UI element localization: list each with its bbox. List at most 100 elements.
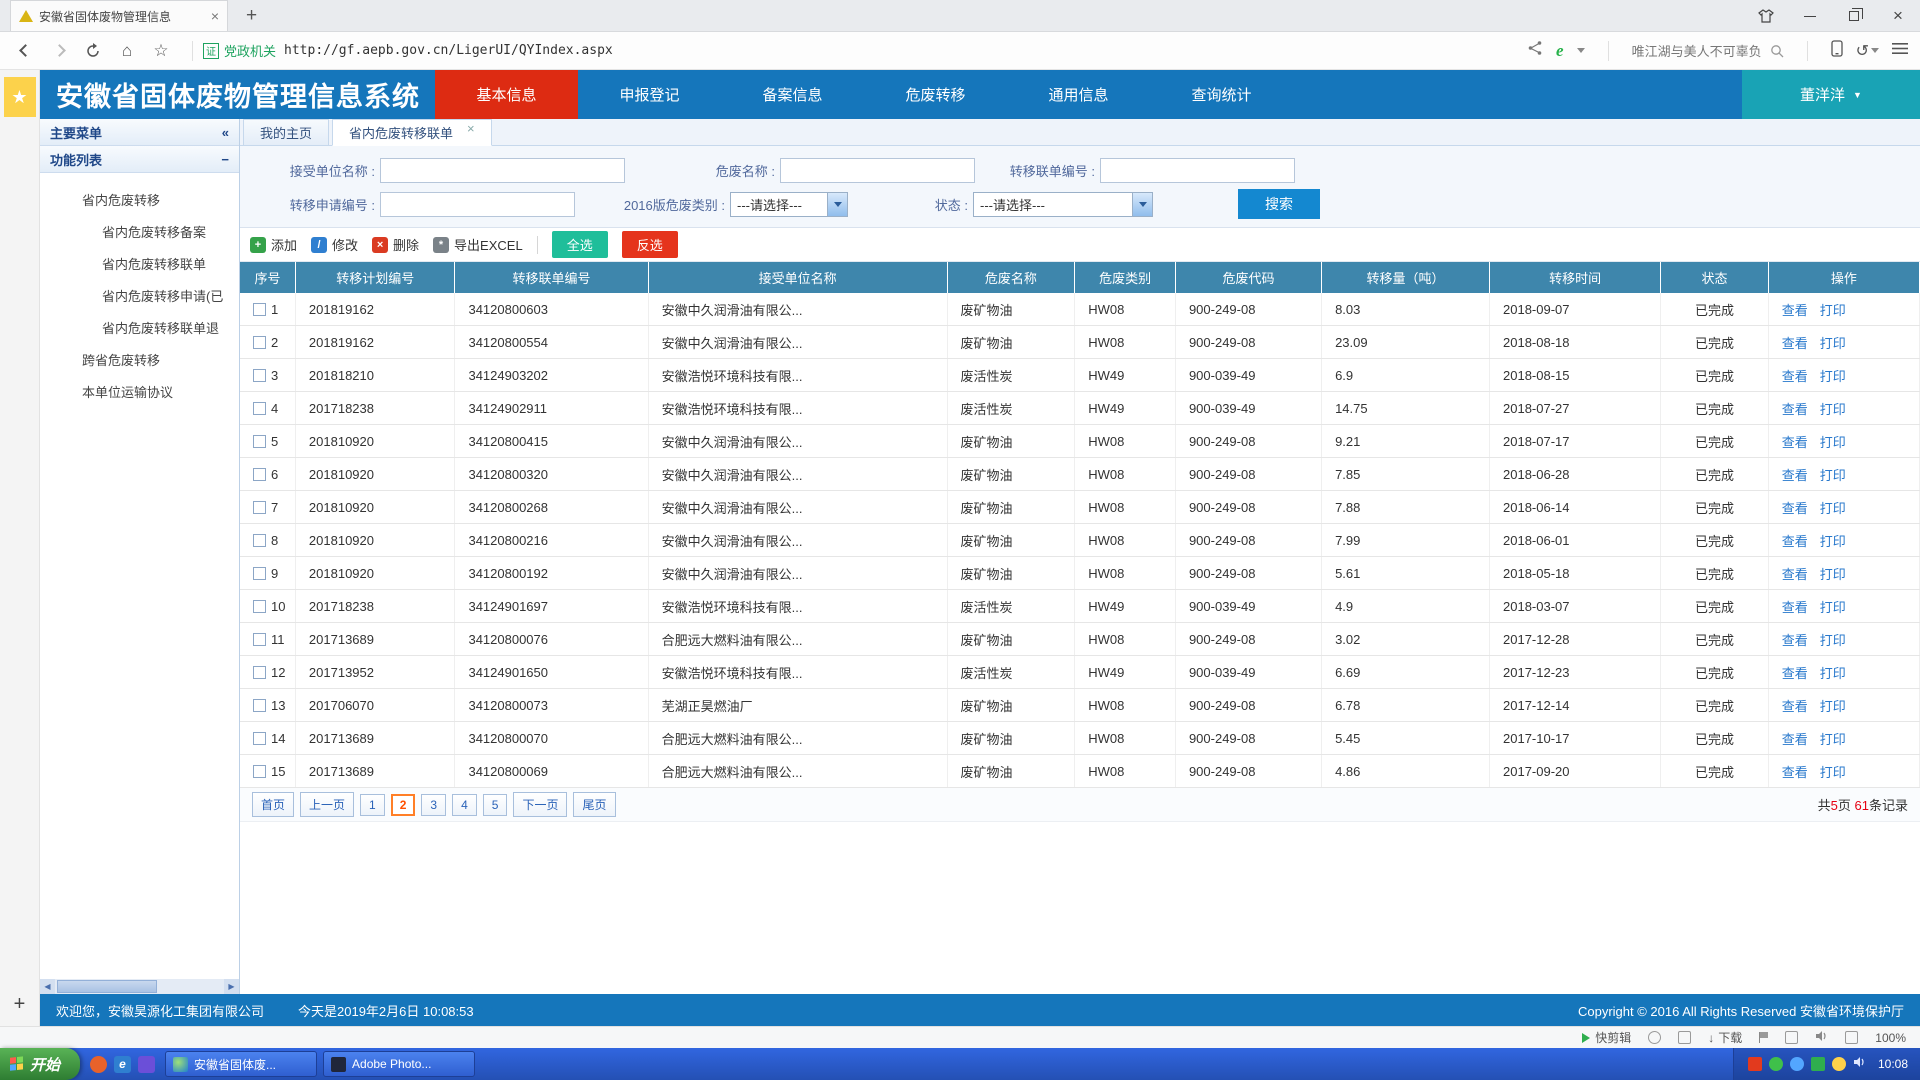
- undo-caret-icon[interactable]: [1871, 48, 1879, 53]
- page-number-button[interactable]: 1: [360, 794, 385, 816]
- nav-item[interactable]: 备案信息: [721, 70, 864, 119]
- bookmark-star-icon[interactable]: ☆: [148, 38, 174, 64]
- print-link[interactable]: 打印: [1820, 468, 1846, 483]
- sidebar-function-list-header[interactable]: 功能列表 −: [40, 146, 239, 173]
- content-tab[interactable]: 省内危废转移联单×: [332, 119, 492, 146]
- search-button[interactable]: 搜索: [1238, 189, 1320, 219]
- row-checkbox[interactable]: [253, 501, 266, 514]
- browser-skin-icon[interactable]: [1744, 0, 1788, 32]
- view-link[interactable]: 查看: [1782, 600, 1808, 615]
- row-checkbox[interactable]: [253, 402, 266, 415]
- mobile-view-icon[interactable]: [1831, 40, 1843, 62]
- add-button[interactable]: + 添加: [250, 235, 297, 254]
- view-link[interactable]: 查看: [1782, 732, 1808, 747]
- fullscreen-icon[interactable]: [1845, 1031, 1858, 1044]
- view-link[interactable]: 查看: [1782, 468, 1808, 483]
- undo-history-control[interactable]: ↺: [1856, 41, 1879, 61]
- user-menu[interactable]: 董洋洋 ▼: [1742, 70, 1920, 119]
- start-button[interactable]: 开始: [0, 1048, 80, 1080]
- print-link[interactable]: 打印: [1820, 567, 1846, 582]
- print-link[interactable]: 打印: [1820, 402, 1846, 417]
- page-number-button[interactable]: 2: [391, 794, 416, 816]
- view-link[interactable]: 查看: [1782, 534, 1808, 549]
- adblock-icon[interactable]: [1648, 1031, 1661, 1044]
- quick-launch-ie-icon[interactable]: e: [114, 1056, 131, 1073]
- download-button[interactable]: ↓ 下载: [1708, 1029, 1742, 1046]
- row-checkbox[interactable]: [253, 303, 266, 316]
- strip-add-icon[interactable]: +: [14, 993, 26, 1016]
- close-button[interactable]: ×: [1876, 0, 1920, 32]
- quick-clip-button[interactable]: 快剪辑: [1582, 1029, 1631, 1046]
- scroll-left-icon[interactable]: ◀: [40, 979, 55, 994]
- browser-tab[interactable]: 安徽省固体废物管理信息 ×: [10, 0, 228, 31]
- view-link[interactable]: 查看: [1782, 303, 1808, 318]
- sidebar-item[interactable]: 省内危废转移备案: [40, 217, 239, 249]
- tray-icon[interactable]: [1811, 1057, 1825, 1071]
- page-last-button[interactable]: 尾页: [573, 792, 615, 817]
- restore-button[interactable]: [1832, 0, 1876, 32]
- select-dropdown-icon[interactable]: [1132, 193, 1152, 216]
- task-button[interactable]: 安徽省固体废...: [165, 1051, 317, 1077]
- sidebar-item[interactable]: 省内危废转移: [40, 185, 239, 217]
- invert-select-button[interactable]: 反选: [622, 231, 678, 258]
- back-icon[interactable]: [12, 38, 38, 64]
- new-tab-button[interactable]: +: [238, 0, 265, 31]
- print-link[interactable]: 打印: [1820, 666, 1846, 681]
- quick-launch-media-icon[interactable]: [138, 1056, 155, 1073]
- row-checkbox[interactable]: [253, 435, 266, 448]
- tray-icon[interactable]: [1832, 1057, 1846, 1071]
- tray-icon[interactable]: [1769, 1057, 1783, 1071]
- manifest-no-input[interactable]: [1100, 158, 1295, 183]
- browser-search-text[interactable]: 唯江湖与美人不可辜负: [1632, 41, 1762, 60]
- row-checkbox[interactable]: [253, 534, 266, 547]
- page-number-button[interactable]: 5: [483, 794, 508, 816]
- sidebar-item[interactable]: 省内危废转移申请(已: [40, 281, 239, 313]
- pin-icon[interactable]: [1678, 1031, 1691, 1044]
- view-link[interactable]: 查看: [1782, 369, 1808, 384]
- view-link[interactable]: 查看: [1782, 633, 1808, 648]
- print-link[interactable]: 打印: [1820, 501, 1846, 516]
- tray-ime-icon[interactable]: [1748, 1057, 1762, 1071]
- print-link[interactable]: 打印: [1820, 336, 1846, 351]
- print-link[interactable]: 打印: [1820, 633, 1846, 648]
- forward-icon[interactable]: [46, 38, 72, 64]
- nav-item[interactable]: 基本信息: [435, 70, 578, 119]
- view-link[interactable]: 查看: [1782, 567, 1808, 582]
- sidebar-item[interactable]: 本单位运输协议: [40, 377, 239, 409]
- print-link[interactable]: 打印: [1820, 534, 1846, 549]
- print-link[interactable]: 打印: [1820, 732, 1846, 747]
- undo-icon[interactable]: ↺: [1856, 41, 1869, 61]
- print-link[interactable]: 打印: [1820, 765, 1846, 780]
- flag-icon[interactable]: [1759, 1032, 1768, 1043]
- tray-icon[interactable]: [1790, 1057, 1804, 1071]
- sidebar-main-menu-header[interactable]: 主要菜单 «: [40, 119, 239, 146]
- browser-search-box[interactable]: 唯江湖与美人不可辜负: [1632, 41, 1784, 60]
- row-checkbox[interactable]: [253, 567, 266, 580]
- export-excel-button[interactable]: * 导出EXCEL: [433, 235, 523, 254]
- row-checkbox[interactable]: [253, 633, 266, 646]
- view-link[interactable]: 查看: [1782, 699, 1808, 714]
- scroll-right-icon[interactable]: ▶: [224, 979, 239, 994]
- view-link[interactable]: 查看: [1782, 336, 1808, 351]
- sidebar-item[interactable]: 省内危废转移联单: [40, 249, 239, 281]
- scrollbar-thumb[interactable]: [57, 980, 157, 993]
- edit-button[interactable]: / 修改: [311, 235, 358, 254]
- nav-item[interactable]: 申报登记: [578, 70, 721, 119]
- speaker-icon[interactable]: [1815, 1030, 1828, 1045]
- minimize-button[interactable]: [1788, 0, 1832, 32]
- row-checkbox[interactable]: [253, 699, 266, 712]
- ie-mode-icon[interactable]: e: [1556, 41, 1564, 61]
- nav-item[interactable]: 查询统计: [1150, 70, 1293, 119]
- print-link[interactable]: 打印: [1820, 435, 1846, 450]
- nav-item[interactable]: 通用信息: [1007, 70, 1150, 119]
- content-tab[interactable]: 我的主页: [243, 119, 329, 145]
- page-prev-button[interactable]: 上一页: [300, 792, 354, 817]
- select-dropdown-icon[interactable]: [827, 193, 847, 216]
- row-checkbox[interactable]: [253, 369, 266, 382]
- apply-no-input[interactable]: [380, 192, 575, 217]
- sidebar-item[interactable]: 跨省危废转移: [40, 345, 239, 377]
- menu-icon[interactable]: [1892, 42, 1908, 60]
- zoom-level[interactable]: 100%: [1875, 1031, 1906, 1045]
- row-checkbox[interactable]: [253, 600, 266, 613]
- print-link[interactable]: 打印: [1820, 699, 1846, 714]
